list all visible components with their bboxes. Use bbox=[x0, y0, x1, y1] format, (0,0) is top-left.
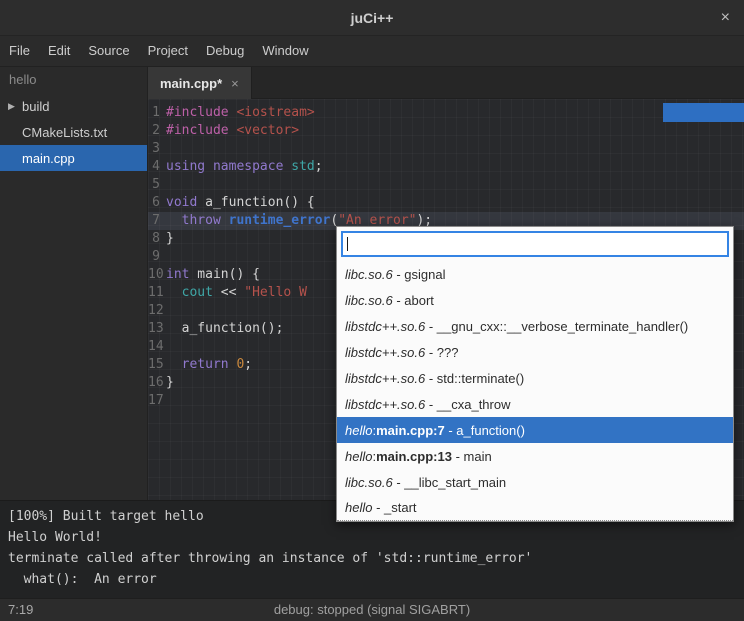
code-line: 6void a_function() { bbox=[148, 194, 744, 212]
line-number: 3 bbox=[148, 140, 166, 158]
code-line: 1#include <iostream> bbox=[148, 104, 744, 122]
line-number: 10 bbox=[148, 266, 166, 284]
code-line: 4using namespace std; bbox=[148, 158, 744, 176]
terminal-line: what(): An error bbox=[8, 569, 744, 590]
line-number: 4 bbox=[148, 158, 166, 176]
sidebar: hello ▶build CMakeLists.txt main.cpp bbox=[0, 67, 148, 500]
line-number: 5 bbox=[148, 176, 166, 194]
code-text: cout << "Hello W bbox=[166, 284, 307, 302]
titlebar: juCi++ × bbox=[0, 0, 744, 36]
tab-label: main.cpp* bbox=[160, 76, 222, 91]
popup-item[interactable]: libc.so.6 - abort bbox=[337, 287, 733, 313]
file-tree: ▶build CMakeLists.txt main.cpp bbox=[0, 93, 147, 171]
close-icon[interactable]: × bbox=[721, 8, 730, 28]
menu-item-debug[interactable]: Debug bbox=[197, 36, 253, 66]
line-number: 16 bbox=[148, 374, 166, 392]
popup-item[interactable]: libstdc++.so.6 - __cxa_throw bbox=[337, 391, 733, 417]
sidebar-item-main-cpp[interactable]: main.cpp bbox=[0, 145, 147, 171]
popup-item[interactable]: libc.so.6 - __libc_start_main bbox=[337, 469, 733, 495]
status-bar: 7:19 debug: stopped (signal SIGABRT) bbox=[0, 598, 744, 621]
code-text: using namespace std; bbox=[166, 158, 323, 176]
popup-list: libc.so.6 - gsignallibc.so.6 - abortlibs… bbox=[337, 261, 733, 521]
popup-item[interactable]: hello - _start bbox=[337, 495, 733, 521]
status-time: 7:19 bbox=[8, 599, 33, 621]
popup-item[interactable]: libstdc++.so.6 - __gnu_cxx::__verbose_te… bbox=[337, 313, 733, 339]
jucipp-window: juCi++ × FileEditSourceProjectDebugWindo… bbox=[0, 0, 744, 621]
menu-item-file[interactable]: File bbox=[0, 36, 39, 66]
scrollbar-thumb[interactable] bbox=[663, 103, 744, 122]
popup-item[interactable]: libstdc++.so.6 - std::terminate() bbox=[337, 365, 733, 391]
code-line: 3 bbox=[148, 140, 744, 158]
project-label: hello bbox=[0, 67, 147, 93]
line-number: 12 bbox=[148, 302, 166, 320]
terminal-line: terminate called after throwing an insta… bbox=[8, 548, 744, 569]
line-number: 2 bbox=[148, 122, 166, 140]
tab-close-icon[interactable]: × bbox=[231, 76, 239, 91]
sidebar-item-label: CMakeLists.txt bbox=[22, 125, 107, 140]
menu-item-project[interactable]: Project bbox=[139, 36, 197, 66]
text-caret bbox=[347, 237, 348, 251]
tab-bar: main.cpp* × bbox=[148, 67, 744, 99]
sidebar-item-label: main.cpp bbox=[22, 151, 75, 166]
menu-item-window[interactable]: Window bbox=[253, 36, 317, 66]
line-number: 6 bbox=[148, 194, 166, 212]
code-text: #include <iostream> bbox=[166, 104, 315, 122]
line-number: 7 bbox=[148, 212, 166, 230]
window-title: juCi++ bbox=[351, 10, 394, 26]
line-number: 1 bbox=[148, 104, 166, 122]
menu-item-edit[interactable]: Edit bbox=[39, 36, 79, 66]
popup-item[interactable]: hello:main.cpp:7 - a_function() bbox=[337, 417, 733, 443]
popup-item[interactable]: libc.so.6 - gsignal bbox=[337, 261, 733, 287]
line-number: 9 bbox=[148, 248, 166, 266]
menu-item-source[interactable]: Source bbox=[79, 36, 138, 66]
popup-item[interactable]: libstdc++.so.6 - ??? bbox=[337, 339, 733, 365]
code-text: } bbox=[166, 374, 174, 392]
line-number: 15 bbox=[148, 356, 166, 374]
code-text: } bbox=[166, 230, 174, 248]
line-number: 11 bbox=[148, 284, 166, 302]
code-text: a_function(); bbox=[166, 320, 283, 338]
line-number: 13 bbox=[148, 320, 166, 338]
code-text: int main() { bbox=[166, 266, 260, 284]
status-debug-message: debug: stopped (signal SIGABRT) bbox=[274, 599, 470, 621]
sidebar-item-build[interactable]: ▶build bbox=[0, 93, 147, 119]
popup-filter-input[interactable] bbox=[341, 231, 729, 257]
sidebar-item-label: build bbox=[22, 99, 49, 114]
line-number: 17 bbox=[148, 392, 166, 410]
code-text: void a_function() { bbox=[166, 194, 315, 212]
sidebar-item-cmakelists-txt[interactable]: CMakeLists.txt bbox=[0, 119, 147, 145]
line-number: 8 bbox=[148, 230, 166, 248]
menubar: FileEditSourceProjectDebugWindow bbox=[0, 36, 744, 67]
tab-main-cpp[interactable]: main.cpp* × bbox=[148, 67, 252, 99]
code-line: 5 bbox=[148, 176, 744, 194]
terminal-line: Hello World! bbox=[8, 527, 744, 548]
code-text: #include <vector> bbox=[166, 122, 299, 140]
expander-icon[interactable]: ▶ bbox=[8, 101, 22, 112]
stack-frame-popup: libc.so.6 - gsignallibc.so.6 - abortlibs… bbox=[336, 226, 734, 522]
line-number: 14 bbox=[148, 338, 166, 356]
popup-item[interactable]: hello:main.cpp:13 - main bbox=[337, 443, 733, 469]
popup-input-row bbox=[337, 227, 733, 261]
code-text: return 0; bbox=[166, 356, 252, 374]
code-line: 2#include <vector> bbox=[148, 122, 744, 140]
